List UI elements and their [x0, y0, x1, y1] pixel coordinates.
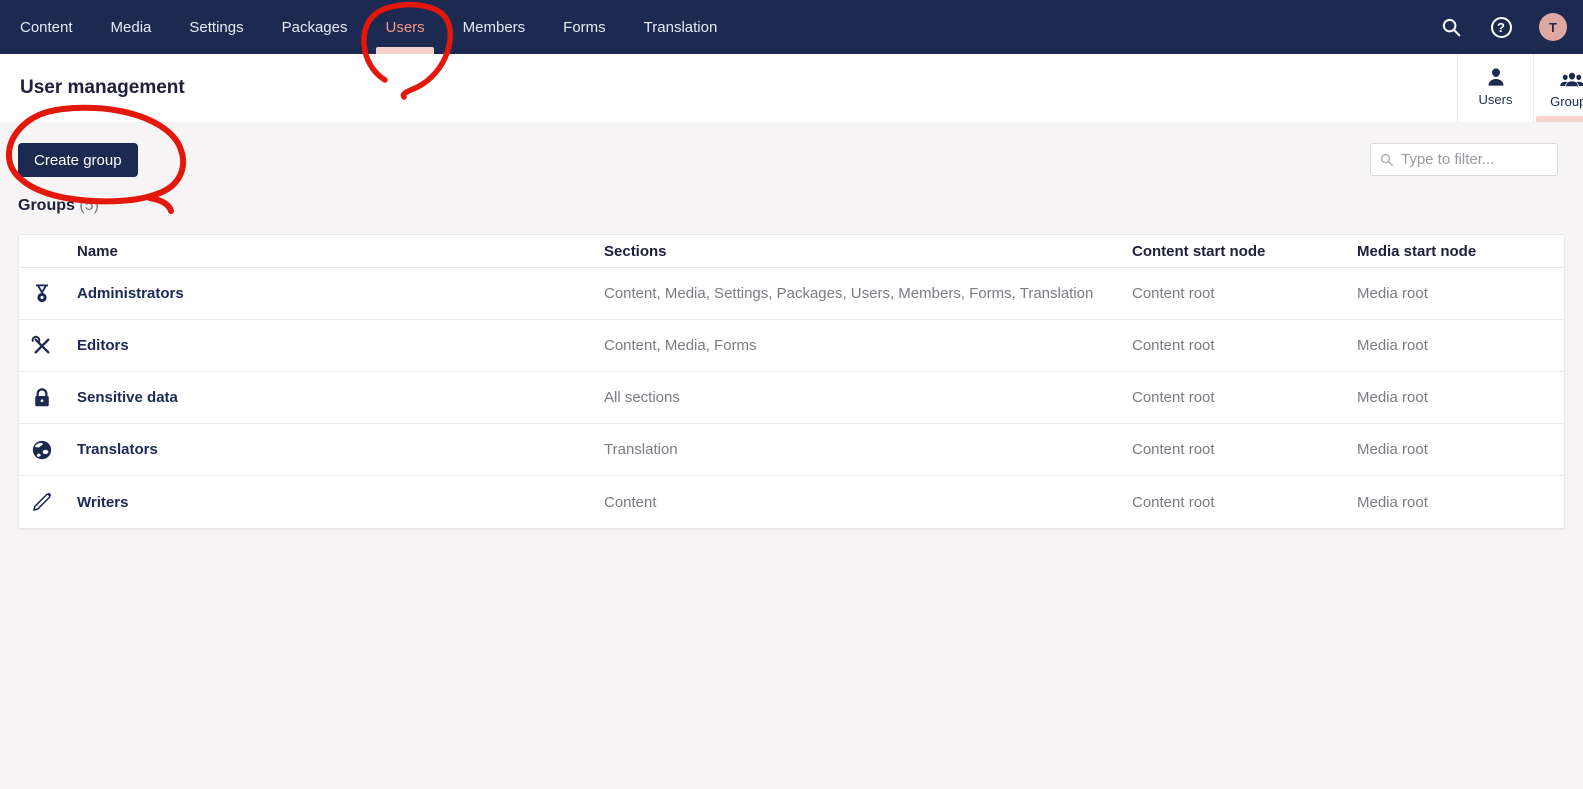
table-row[interactable]: Sensitive data All sections Content root Me… — [19, 372, 1564, 424]
user-icon — [1485, 66, 1507, 88]
group-name: Administrators — [77, 285, 184, 302]
nav-item-label: Members — [462, 18, 526, 36]
group-media-start-node: Media root — [1357, 493, 1428, 511]
group-sections: Content, Media, Forms — [604, 337, 757, 354]
tools-icon — [19, 335, 77, 357]
active-nav-underline — [376, 47, 435, 54]
table-row[interactable]: Editors Content, Media, Forms Content root… — [19, 320, 1564, 372]
nav-item-label: Users — [385, 18, 425, 36]
nav-item-label: Settings — [189, 18, 244, 36]
table-row[interactable]: Writers Content Content root Media root — [19, 476, 1564, 528]
nav-item-forms[interactable]: Forms — [544, 0, 625, 54]
group-media-start-node: Media root — [1357, 337, 1428, 354]
help-icon[interactable]: ? — [1489, 15, 1513, 39]
table-body: Administrators Content, Media, Settings, … — [19, 268, 1564, 528]
table-row[interactable]: Translators Translation Content root Media … — [19, 424, 1564, 476]
group-content-start-node: Content root — [1132, 337, 1215, 354]
page-title: User management — [20, 77, 185, 98]
navbar-right: ? T — [1439, 0, 1583, 54]
groups-count-label: Groups (5) — [18, 197, 99, 214]
nav-item-members[interactable]: Members — [444, 0, 545, 54]
tab-users[interactable]: Users — [1457, 54, 1533, 122]
nav-item-label: Forms — [563, 18, 606, 36]
users-nav-item[interactable]: Users — [366, 0, 443, 54]
nav-item-label: Packages — [281, 18, 348, 36]
group-content-start-node: Content root — [1132, 389, 1215, 406]
column-media-start-node: Media start node — [1357, 242, 1477, 260]
group-content-start-node: Content root — [1132, 285, 1215, 302]
page-header: User management Users Group — [0, 54, 1583, 122]
group-name: Translators — [77, 441, 158, 458]
group-media-start-node: Media root — [1357, 441, 1428, 458]
search-icon[interactable] — [1439, 15, 1463, 39]
group-sections: All sections — [604, 389, 680, 406]
tab-groups[interactable]: Groups — [1533, 54, 1583, 122]
nav-item-content[interactable]: Content — [1, 0, 92, 54]
top-navbar: Content Media Settings Packages Users Members… — [0, 0, 1583, 54]
table-header-row: Name Sections Content start node Media s… — [19, 235, 1564, 268]
groups-count: (5) — [79, 197, 99, 214]
group-sections: Translation — [604, 441, 678, 458]
group-content-start-node: Content root — [1132, 441, 1215, 458]
nav-item-label: Content — [20, 18, 73, 36]
tab-groups-label: Groups — [1550, 93, 1583, 109]
nav-item-settings[interactable]: Settings — [170, 0, 262, 54]
filter-input[interactable] — [1370, 143, 1558, 176]
group-sections: Content — [604, 493, 657, 511]
globe-icon — [19, 439, 77, 461]
tab-users-label: Users — [1478, 91, 1513, 107]
nav-item-media[interactable]: Media — [92, 0, 171, 54]
nav-item-packages[interactable]: Packages — [263, 0, 367, 54]
filter-box — [1370, 143, 1558, 176]
group-content-start-node: Content root — [1132, 493, 1215, 511]
nav-item-translation[interactable]: Translation — [625, 0, 737, 54]
group-name: Editors — [77, 337, 129, 354]
header-tabs: Users Groups — [1457, 54, 1583, 122]
column-content-start-node: Content start node — [1132, 242, 1266, 260]
avatar[interactable]: T — [1539, 13, 1567, 41]
nav-item-label: Media — [110, 18, 152, 36]
group-media-start-node: Media root — [1357, 389, 1428, 406]
group-name: Sensitive data — [77, 389, 178, 406]
content-area: Create group Groups (5) Name Sections Co… — [0, 122, 1583, 529]
medal-icon — [19, 283, 77, 305]
groups-table: Name Sections Content start node Media s… — [18, 234, 1565, 529]
nav-sections: Content Media Settings Packages Users Members… — [0, 0, 736, 54]
nav-item-label: Translation — [643, 18, 718, 36]
group-media-start-node: Media root — [1357, 285, 1428, 302]
user-group-icon — [1559, 68, 1583, 90]
lock-icon — [19, 387, 77, 409]
pencil-icon — [19, 491, 77, 513]
group-sections: Content, Media, Settings, Packages, User… — [604, 285, 1094, 302]
group-name: Writers — [77, 493, 129, 511]
create-group-button[interactable]: Create group — [18, 143, 138, 177]
column-name: Name — [77, 242, 118, 260]
column-sections: Sections — [604, 242, 667, 260]
table-row[interactable]: Administrators Content, Media, Settings, … — [19, 268, 1564, 320]
